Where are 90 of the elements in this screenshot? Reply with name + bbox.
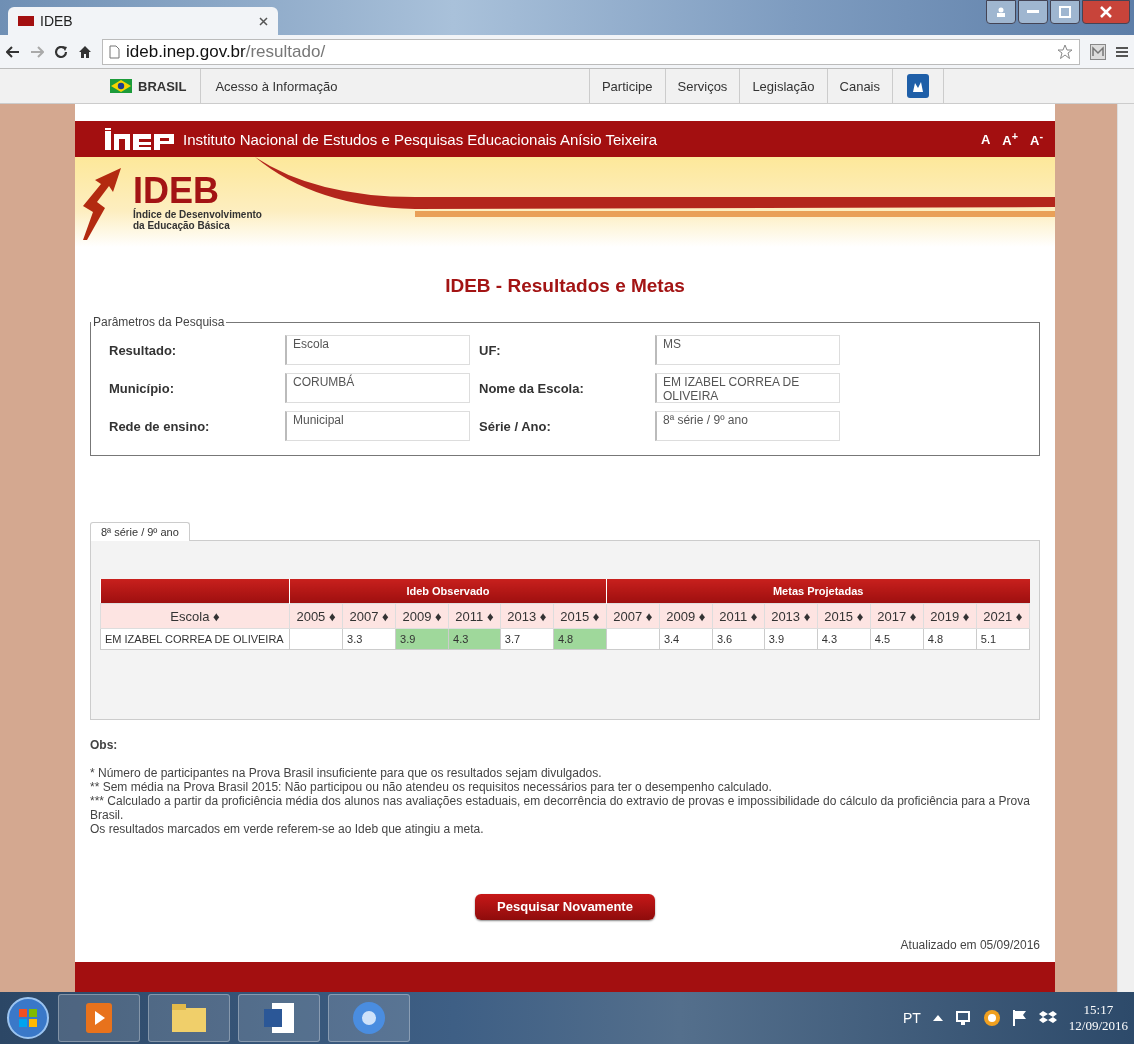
nav-link[interactable]: Canais xyxy=(826,69,892,103)
brand-label: BRASIL xyxy=(138,78,187,94)
table-header-cell: Metas Projetadas xyxy=(606,579,1030,604)
browser-tab[interactable]: IDEB xyxy=(8,7,278,35)
field-value: Escola xyxy=(285,335,470,365)
table-cell: EM IZABEL CORREA DE OLIVEIRA xyxy=(100,628,290,650)
field-value: MS xyxy=(655,335,840,365)
page-title: IDEB - Resultados e Metas xyxy=(444,275,686,297)
column-header[interactable]: 2019 ♦ xyxy=(923,603,977,629)
field-value: Municipal xyxy=(285,411,470,441)
close-window-button[interactable] xyxy=(1082,0,1130,24)
url-text: ideb.inep.gov.br/resultado/ xyxy=(126,41,326,62)
field-label: Nome da Escola: xyxy=(478,380,585,396)
grade-tab[interactable]: 8ª série / 9º ano xyxy=(90,522,190,541)
font-size-control[interactable]: A xyxy=(978,131,993,147)
up-arrow-icon[interactable] xyxy=(932,1015,943,1021)
obs-heading: Obs: xyxy=(90,738,119,752)
taskbar-button[interactable] xyxy=(148,994,230,1042)
field-label: Resultado: xyxy=(108,342,178,358)
document-icon xyxy=(264,1003,294,1033)
profile-button[interactable] xyxy=(986,0,1016,24)
column-header[interactable]: 2013 ♦ xyxy=(764,603,818,629)
field-value: EM IZABEL CORREA DE OLIVEIRA xyxy=(655,373,840,403)
field-label: Município: xyxy=(108,380,175,396)
panel-legend: Parâmetros da Pesquisa xyxy=(91,315,227,329)
search-again-button[interactable]: Pesquisar Novamente xyxy=(475,894,655,920)
restore-icon xyxy=(1059,6,1071,18)
extension-icon[interactable] xyxy=(1090,43,1106,60)
inep-logo xyxy=(105,128,175,150)
footnote: *** Calculado a partir da proficiência média dos alunos nas avaliações estaduais, em decorrência do extravio de provas e impossibilidade do cálculo da proficiência para a Prova Brasil. xyxy=(90,794,1031,822)
updated-date: Atualizado em 05/09/2016 xyxy=(899,938,1040,952)
menu-icon[interactable] xyxy=(1116,45,1128,58)
folder-icon xyxy=(172,1004,206,1032)
footnote: * Número de participantes na Prova Brasil insuficiente para que os resultados sejam divulgados. xyxy=(90,766,603,780)
home-icon[interactable] xyxy=(78,44,92,59)
page-icon xyxy=(109,44,120,59)
flag-icon xyxy=(110,79,132,93)
column-header[interactable]: 2007 ♦ xyxy=(342,603,396,629)
font-size-control[interactable]: A$^{-}$ xyxy=(1028,129,1045,149)
close-icon xyxy=(1100,6,1112,18)
minimize-button[interactable] xyxy=(1018,0,1048,24)
tab-title: IDEB xyxy=(40,13,74,29)
taskbar-button[interactable] xyxy=(238,994,320,1042)
column-header[interactable]: 2013 ♦ xyxy=(500,603,554,629)
column-header[interactable]: Escola ♦ xyxy=(100,603,290,629)
column-header[interactable]: 2015 ♦ xyxy=(553,603,607,629)
taskbar-button[interactable] xyxy=(328,994,410,1042)
circle-icon[interactable] xyxy=(982,1009,1001,1027)
footnote: Os resultados marcados em verde referem-se ao Ideb que atingiu a meta. xyxy=(90,822,485,836)
flag-icon[interactable] xyxy=(1012,1010,1027,1026)
access-link[interactable]: Acesso à Informação xyxy=(215,78,338,94)
minimize-icon xyxy=(1027,10,1039,14)
banner-subtitle: Índice de Desenvolvimento da Educação Básica xyxy=(133,209,262,231)
person-icon xyxy=(996,7,1006,17)
column-header[interactable]: 2015 ♦ xyxy=(817,603,871,629)
language-indicator[interactable]: PT xyxy=(902,1010,921,1026)
site-favicon-icon xyxy=(18,16,34,26)
close-icon[interactable] xyxy=(259,16,268,26)
field-label: UF: xyxy=(478,342,502,358)
address-bar[interactable]: ideb.inep.gov.br/resultado/ xyxy=(102,38,1080,65)
column-header[interactable]: 2021 ♦ xyxy=(976,603,1030,629)
nav-link[interactable]: Serviços xyxy=(664,69,740,103)
back-icon[interactable] xyxy=(6,45,20,58)
column-header[interactable]: 2011 ♦ xyxy=(712,603,765,629)
footnote: ** Sem média na Prova Brasil 2015: Não participou ou não atendeu os requisitos necessários para ter o desempenho calculado. xyxy=(90,780,773,794)
network-icon[interactable] xyxy=(954,1010,971,1026)
font-size-control[interactable]: A$^{+}$ xyxy=(1000,129,1020,149)
play-icon xyxy=(86,1003,112,1033)
reload-icon[interactable] xyxy=(54,44,68,59)
field-value: 8ª série / 9º ano xyxy=(655,411,840,441)
table-header-cell: Ideb Observado xyxy=(289,579,607,604)
field-label: Rede de ensino: xyxy=(108,418,211,434)
star-icon[interactable] xyxy=(1057,43,1073,60)
column-header[interactable]: 2009 ♦ xyxy=(395,603,449,629)
browser-icon xyxy=(352,1001,386,1035)
banner-title: IDEB xyxy=(133,173,219,209)
nav-link[interactable]: Participe xyxy=(588,69,665,103)
dropbox-icon[interactable] xyxy=(1038,1010,1057,1026)
field-value: CORUMBÁ xyxy=(285,373,470,403)
column-header[interactable]: 2009 ♦ xyxy=(659,603,713,629)
field-label: Série / Ano: xyxy=(478,418,552,434)
column-header[interactable]: 2005 ♦ xyxy=(289,603,343,629)
clock[interactable]: 15:17 12/09/2016 xyxy=(1068,1002,1128,1034)
institute-name: Instituto Nacional de Estudos e Pesquisas Educacionais Anísio Teixeira xyxy=(183,130,659,148)
start-icon[interactable] xyxy=(6,996,50,1040)
restore-button[interactable] xyxy=(1050,0,1080,24)
column-header[interactable]: 2017 ♦ xyxy=(870,603,924,629)
column-header[interactable]: 2007 ♦ xyxy=(606,603,660,629)
column-header[interactable]: 2011 ♦ xyxy=(448,603,501,629)
nav-link[interactable]: Legislação xyxy=(739,69,827,103)
